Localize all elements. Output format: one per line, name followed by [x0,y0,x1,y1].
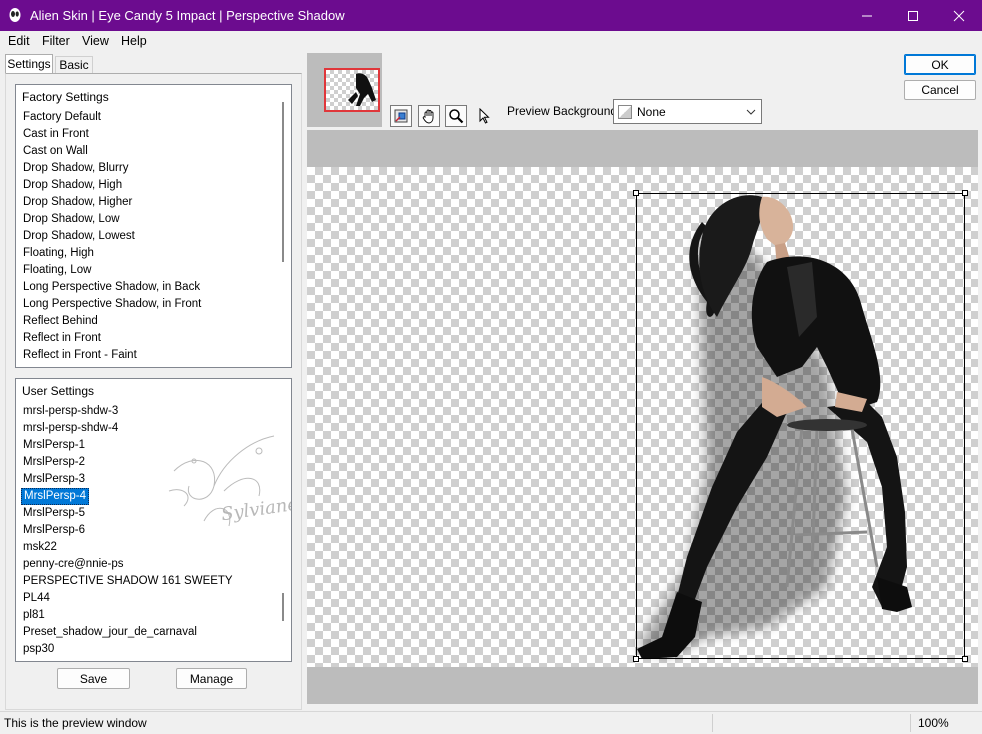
preview-canvas[interactable] [307,167,978,667]
hand-tool-button[interactable] [418,105,440,127]
list-item[interactable]: PERSPECTIVE SHADOW 161 SWEETY [21,573,235,590]
navigator-tool-button[interactable] [390,105,412,127]
menu-filter[interactable]: Filter [42,34,70,48]
preview-background-select[interactable]: None [613,99,762,124]
close-icon [953,10,965,21]
window-title: Alien Skin | Eye Candy 5 Impact | Perspe… [30,8,345,23]
menu-view[interactable]: View [82,34,109,48]
zoom-level: 100% [918,716,949,730]
list-item[interactable]: Floating, Low [21,262,93,279]
list-item[interactable]: Cast on Wall [21,143,90,160]
manage-button[interactable]: Manage [176,668,247,689]
tab-settings[interactable]: Settings [5,54,53,73]
list-item[interactable]: Factory Default [21,109,103,126]
list-item[interactable]: MrslPersp-2 [21,454,87,471]
user-settings-header: User Settings [22,384,95,398]
preview-selection-box[interactable] [636,193,965,659]
menu-bar: Edit Filter View Help [0,31,982,51]
maximize-button[interactable] [890,0,936,31]
status-divider [712,714,713,732]
resize-handle-top-right[interactable] [962,190,968,196]
title-bar: Alien Skin | Eye Candy 5 Impact | Perspe… [0,0,982,31]
list-item[interactable]: mrsl-persp-shdw-4 [21,420,120,437]
maximize-icon [908,10,918,21]
swatch-none-icon [618,105,632,119]
list-item[interactable]: Cast in Front [21,126,91,143]
list-item[interactable]: msk22 [21,539,59,556]
thumbnail-figure [348,73,376,106]
status-divider-2 [910,714,911,732]
list-item[interactable]: Reflect in Front - Faint [21,347,139,364]
resize-handle-bottom-right[interactable] [962,656,968,662]
resize-handle-bottom-left[interactable] [633,656,639,662]
preview-top-margin [307,130,978,167]
list-item[interactable]: Drop Shadow, Blurry [21,160,130,177]
close-window-button[interactable] [936,0,982,31]
list-item[interactable]: Drop Shadow, Low [21,211,122,228]
list-item[interactable]: MrslPersp-3 [21,471,87,488]
list-item[interactable]: Preset_shadow_jour_de_carnaval [21,624,199,641]
list-item[interactable]: Long Perspective Shadow, in Front [21,296,203,313]
list-item[interactable]: mrsl-persp-shdw-3 [21,403,120,420]
factory-settings-list[interactable]: Factory Settings Factory Default Cast in … [15,84,292,368]
list-item[interactable]: Drop Shadow, Higher [21,194,134,211]
tab-basic[interactable]: Basic [55,56,93,73]
user-scrollbar-thumb[interactable] [282,593,284,621]
status-bar: This is the preview window 100% [0,711,982,734]
factory-settings-header: Factory Settings [22,90,109,104]
user-settings-list[interactable]: User Settings mrsl-persp-shdw-3 mrsl-pers… [15,378,292,662]
pointer-tool-button[interactable] [473,105,495,127]
chevron-down-icon [746,109,756,115]
resize-handle-top-left[interactable] [633,190,639,196]
navigator-icon [394,109,408,123]
menu-help[interactable]: Help [121,34,147,48]
zoom-tool-button[interactable] [445,105,467,127]
list-item[interactable]: MrslPersp-5 [21,505,87,522]
list-item[interactable]: MrslPersp-1 [21,437,87,454]
list-item[interactable]: psp30 [21,641,56,658]
navigator-thumbnail[interactable] [324,68,380,112]
list-item[interactable]: Long Perspective Shadow, in Back [21,279,202,296]
hand-icon [422,109,434,124]
list-item[interactable]: Drop Shadow, Lowest [21,228,137,245]
list-item[interactable]: PL44 [21,590,52,607]
preview-background-value: None [637,105,666,119]
menu-edit[interactable]: Edit [8,34,30,48]
list-item[interactable]: Floating, High [21,245,96,262]
save-button[interactable]: Save [57,668,130,689]
cancel-button[interactable]: Cancel [904,80,976,100]
list-item[interactable]: Reflect in Front [21,330,103,347]
list-item[interactable]: MrslPersp-6 [21,522,87,539]
preview-background-label: Preview Background: [507,104,621,118]
list-item[interactable]: pl81 [21,607,47,624]
factory-scrollbar-thumb[interactable] [282,102,284,262]
preview-bottom-margin [307,667,978,704]
pointer-icon [479,108,490,124]
list-item[interactable]: penny-cre@nnie-ps [21,556,126,573]
list-item[interactable]: Drop Shadow, High [21,177,124,194]
list-item[interactable]: Reflect Behind [21,313,100,330]
alien-skin-logo-icon [9,8,21,22]
ok-button[interactable]: OK [904,54,976,75]
list-item[interactable]: MrslPersp-4 [21,488,89,505]
zoom-icon [449,109,464,124]
status-message: This is the preview window [4,716,147,730]
minimize-button[interactable] [844,0,890,31]
minimize-icon [862,15,872,16]
watermark-swirl-logo [168,435,275,527]
